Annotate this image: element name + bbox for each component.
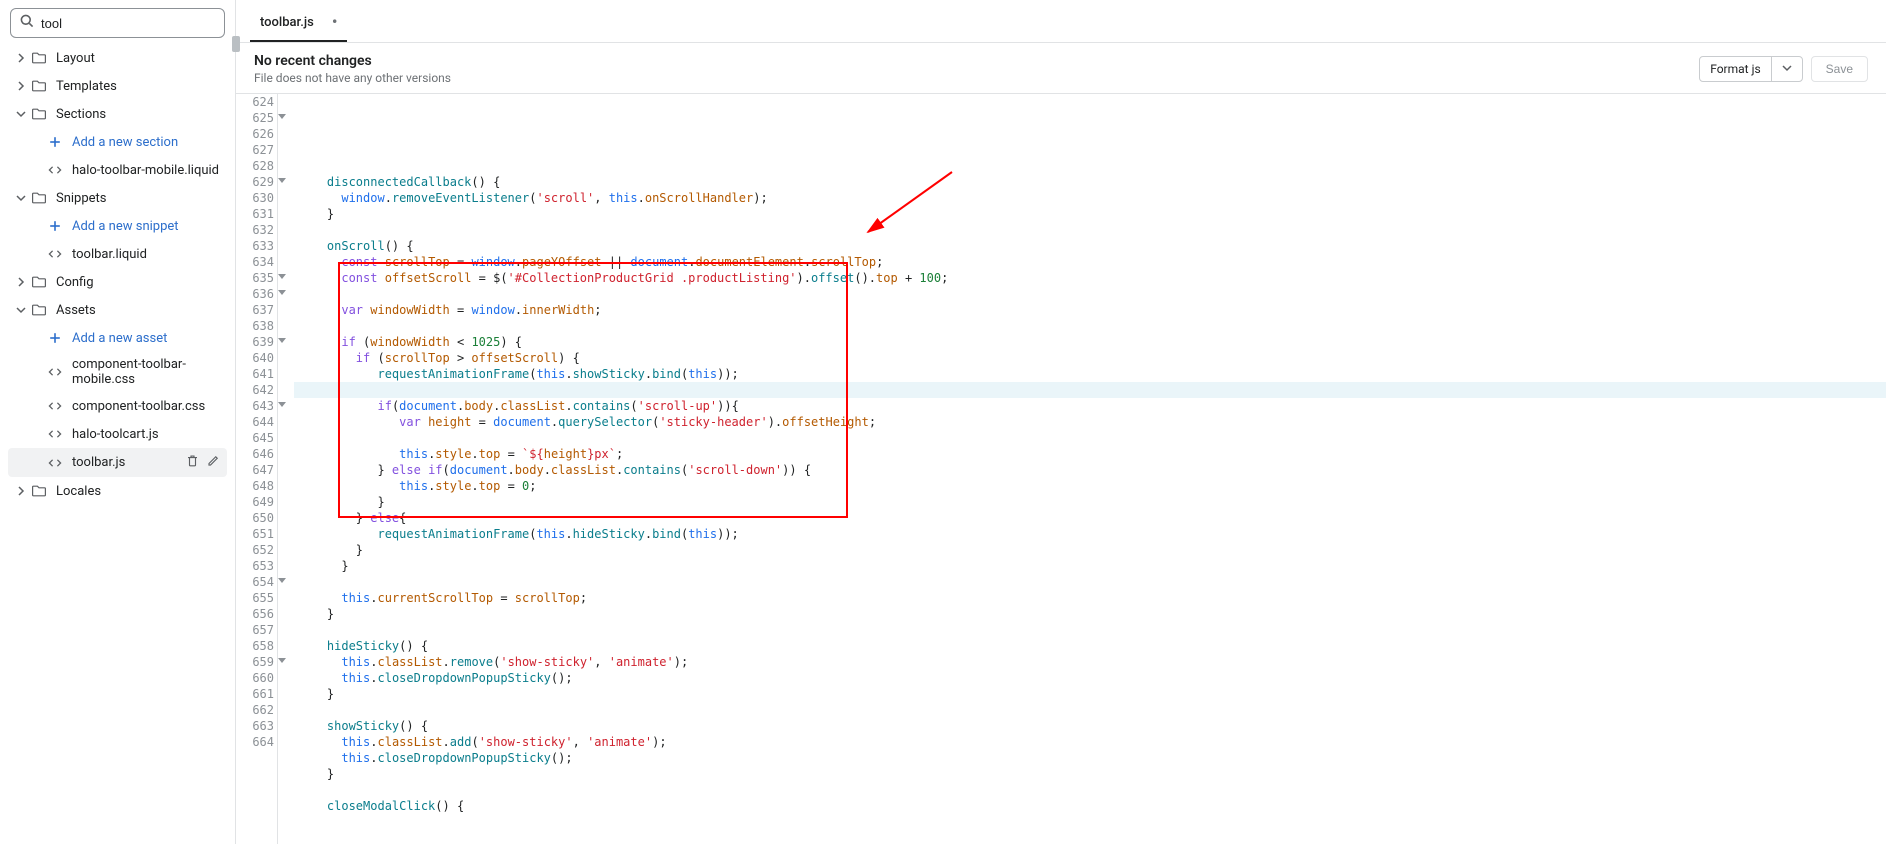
sidebar-resize-handle[interactable] [232,36,240,52]
file-item[interactable]: halo-toolcart.js [8,420,227,448]
file-tree: Layout Templates Sections Add a new section… [0,44,235,844]
file-item[interactable]: toolbar.js [8,448,227,477]
folder-config[interactable]: Config [8,268,227,296]
item-label: Layout [56,51,221,66]
plus-icon [46,330,64,346]
code-editor[interactable]: 6246256266276286296306316326336346356366… [236,94,1886,844]
trash-icon[interactable] [185,453,200,472]
file-item[interactable]: toolbar.liquid [8,240,227,268]
file-item[interactable]: component-toolbar-mobile.css [8,352,227,392]
item-label: Locales [56,484,221,499]
code-icon [46,246,64,262]
save-button[interactable]: Save [1811,56,1868,82]
item-label: component-toolbar.css [72,399,221,414]
item-label: toolbar.liquid [72,247,221,262]
folder-icon [30,78,48,94]
main-area: toolbar.js • No recent changes File does… [236,0,1886,844]
item-label: Templates [56,79,221,94]
add-link[interactable]: Add a new snippet [8,212,227,240]
item-label: Add a new section [72,135,221,150]
item-label: Add a new asset [72,331,221,346]
code-icon [46,364,64,380]
item-label: halo-toolcart.js [72,427,221,442]
search-box[interactable] [10,8,225,38]
tab-dirty-indicator: • [332,14,338,30]
folder-icon [30,302,48,318]
plus-icon [46,134,64,150]
tab-toolbar-js[interactable]: toolbar.js • [250,8,347,42]
add-link[interactable]: Add a new section [8,128,227,156]
folder-layout[interactable]: Layout [8,44,227,72]
tab-label: toolbar.js [260,15,314,30]
folder-icon [30,274,48,290]
add-link[interactable]: Add a new asset [8,324,227,352]
editor-header: No recent changes File does not have any… [236,42,1886,94]
rename-icon[interactable] [206,453,221,472]
folder-templates[interactable]: Templates [8,72,227,100]
item-label: Assets [56,303,221,318]
item-label: toolbar.js [72,455,185,470]
item-label: Add a new snippet [72,219,221,234]
folder-snippets[interactable]: Snippets [8,184,227,212]
code-icon [46,426,64,442]
format-label: Format js [1700,57,1770,81]
plus-icon [46,218,64,234]
sidebar: Layout Templates Sections Add a new section… [0,0,236,844]
folder-icon [30,106,48,122]
chevron-down-icon[interactable] [1772,57,1802,81]
item-label: component-toolbar-mobile.css [72,357,221,387]
folder-sections[interactable]: Sections [8,100,227,128]
code-icon [46,162,64,178]
search-icon [19,13,35,33]
item-label: halo-toolbar-mobile.liquid [72,163,221,178]
item-label: Config [56,275,221,290]
file-item[interactable]: halo-toolbar-mobile.liquid [8,156,227,184]
item-label: Snippets [56,191,221,206]
item-label: Sections [56,107,221,122]
folder-assets[interactable]: Assets [8,296,227,324]
folder-icon [30,190,48,206]
tab-bar: toolbar.js • [236,0,1886,42]
file-item[interactable]: component-toolbar.css [8,392,227,420]
code-icon [46,455,64,471]
code-content[interactable]: disconnectedCallback() { window.removeEv… [292,94,1886,844]
search-input[interactable] [41,16,217,31]
format-button[interactable]: Format js [1699,56,1802,82]
folder-locales[interactable]: Locales [8,477,227,505]
code-icon [46,398,64,414]
header-subtitle: File does not have any other versions [254,71,451,85]
folder-icon [30,483,48,499]
header-title: No recent changes [254,53,451,69]
line-number-gutter: 6246256266276286296306316326336346356366… [236,94,278,844]
folder-icon [30,50,48,66]
